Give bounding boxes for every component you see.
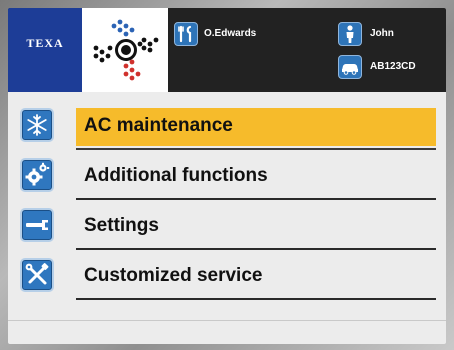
snowflake-icon bbox=[20, 108, 54, 142]
customer-name: John bbox=[370, 28, 394, 39]
menu-item-label: Additional functions bbox=[84, 165, 268, 186]
device-screen: TEXA O.Edwards John AB123CD AC maintenan… bbox=[8, 8, 446, 344]
wrench-icon bbox=[20, 208, 54, 242]
menu-item-label: AC maintenance bbox=[84, 115, 233, 136]
menu-item-additional-functions[interactable]: Additional functions bbox=[8, 150, 446, 200]
menu-item-settings[interactable]: Settings bbox=[8, 200, 446, 250]
main-menu: AC maintenance Additional functions Sett… bbox=[8, 94, 446, 314]
vehicle-plate: AB123CD bbox=[370, 61, 416, 72]
header-bar: TEXA O.Edwards John AB123CD bbox=[8, 8, 446, 92]
technician-name: O.Edwards bbox=[204, 28, 257, 39]
gears-icon bbox=[20, 158, 54, 192]
brand-name: TEXA bbox=[26, 36, 64, 50]
menu-divider bbox=[76, 298, 436, 300]
texa-logo: TEXA bbox=[8, 8, 82, 92]
car-icon bbox=[338, 55, 362, 79]
dots-logo-icon bbox=[93, 19, 159, 81]
menu-item-label: Settings bbox=[84, 215, 159, 236]
menu-item-label: Customized service bbox=[84, 265, 263, 286]
person-icon bbox=[338, 22, 362, 46]
app-logo bbox=[82, 8, 168, 92]
menu-item-ac-maintenance[interactable]: AC maintenance bbox=[8, 100, 446, 150]
tools-icon bbox=[20, 258, 54, 292]
technician-tools-icon bbox=[174, 22, 198, 46]
footer-divider bbox=[8, 320, 446, 321]
menu-item-customized-service[interactable]: Customized service bbox=[8, 250, 446, 300]
